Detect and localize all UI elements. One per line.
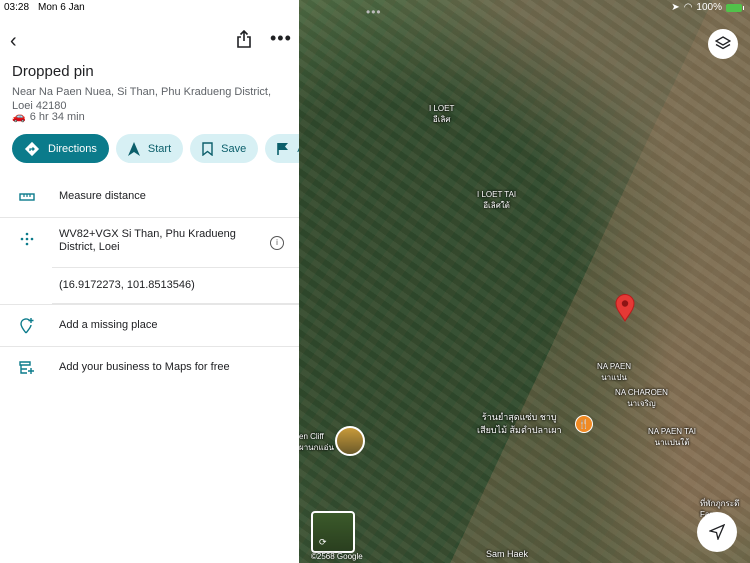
map-texture [299, 0, 750, 563]
restaurant-poi-icon[interactable]: 🍴 [575, 415, 593, 433]
map-label-na-charoen[interactable]: NA CHAROEN นาเจริญ [615, 387, 668, 409]
satellite-map[interactable]: ••• I LOET อีเลิศ I LOET TAI อีเลิศใต้ N… [299, 0, 750, 563]
add-missing-place-row[interactable]: Add a missing place [0, 304, 299, 347]
place-panel: ‹ ••• Dropped pin Near Na Paen Nuea, Si … [0, 0, 299, 563]
back-chevron-icon[interactable]: ‹ [10, 30, 17, 53]
dropped-pin-icon[interactable] [615, 294, 635, 322]
add-business-label: Add your business to Maps for free [59, 361, 230, 373]
map-label-text: นาแปน [601, 373, 627, 382]
coordinates-text: (16.9172273, 101.8513546) [59, 279, 195, 291]
map-copyright: ©2568 Google [311, 552, 363, 561]
place-address: Near Na Paen Nuea, Si Than, Phu Kradueng… [12, 86, 272, 112]
map-label-text: นาแปนใต้ [654, 438, 690, 447]
directions-icon [24, 141, 40, 157]
layers-icon [715, 36, 731, 50]
plus-code-icon [18, 230, 36, 248]
wifi-icon: ◠ [683, 2, 693, 13]
info-icon[interactable]: i [270, 236, 284, 250]
more-options-icon[interactable]: ••• [270, 28, 292, 49]
map-label-text: ผานกแอ่น [299, 443, 334, 452]
navigation-arrow-icon [127, 141, 140, 156]
directions-label: Directions [48, 142, 97, 155]
my-location-button[interactable] [697, 512, 737, 552]
start-label: Start [147, 142, 172, 155]
travel-time-text: 6 hr 34 min [29, 110, 85, 123]
map-label-restaurant[interactable]: ร้านยำสุดแซ่บ ชาบู เสียบไม้ ส้มตำปลาเผา [477, 411, 562, 437]
share-icon[interactable] [236, 30, 252, 48]
measure-distance-label: Measure distance [59, 190, 146, 202]
map-label-na-paen[interactable]: NA PAEN นาแปน [597, 361, 631, 383]
status-indicators: ➤ ◠ 100% [671, 2, 744, 13]
map-label-text: en Cliff [299, 432, 324, 441]
street-view-thumbnail[interactable]: ⟳ [311, 511, 355, 553]
street-view-rotate-icon: ⟳ [319, 537, 327, 547]
map-label-text: ที่พักภูกระดึ [700, 499, 740, 508]
status-time: 03:28 [4, 2, 30, 13]
car-icon: 🚗 [12, 111, 26, 123]
add-label-text: Ad [297, 143, 299, 155]
map-label-text: อีเลิศ [432, 115, 451, 124]
flag-icon [277, 142, 289, 156]
save-button[interactable]: Save [190, 134, 259, 163]
layers-button[interactable] [708, 29, 738, 59]
panel-toolbar: ‹ ••• [0, 26, 299, 52]
details-list: Measure distance WV82+VGX Si Than, Phu K… [0, 176, 299, 388]
status-date: Mon 6 Jan [38, 2, 85, 13]
battery-percent: 100% [696, 2, 722, 13]
map-label-text: นาเจริญ [627, 399, 656, 408]
map-label-text: อีเลิศใต้ [483, 201, 510, 210]
map-label-text: NA CHAROEN [615, 388, 668, 397]
action-chips: Directions Start Save Ad [12, 134, 299, 163]
add-label-button[interactable]: Ad [265, 134, 299, 163]
plus-code-text: WV82+VGX Si Than, Phu Kradueng District,… [59, 228, 236, 253]
map-label-i-loet-tai[interactable]: I LOET TAI อีเลิศใต้ [477, 189, 516, 211]
travel-time: 🚗 6 hr 34 min [12, 110, 85, 124]
map-label-text: I LOET [429, 104, 455, 113]
plus-code-row[interactable]: WV82+VGX Si Than, Phu Kradueng District,… [0, 218, 299, 267]
map-label-na-paen-tai[interactable]: NA PAEN TAI นาแปนใต้ [648, 426, 696, 448]
battery-icon [726, 3, 744, 12]
directions-button[interactable]: Directions [12, 134, 109, 163]
map-label-text: เสียบไม้ ส้มตำปลาเผา [477, 425, 562, 435]
map-label-text: ร้านยำสุดแซ่บ ชาบู [481, 412, 557, 422]
photo-pin-icon[interactable] [335, 426, 365, 456]
location-arrow-icon: ➤ [671, 2, 680, 13]
measure-distance-row[interactable]: Measure distance [0, 176, 299, 218]
coordinates-row[interactable]: (16.9172273, 101.8513546) [52, 267, 299, 304]
save-label: Save [221, 142, 247, 155]
map-label-i-loet[interactable]: I LOET อีเลิศ [429, 103, 454, 125]
status-bar: 03:28 Mon 6 Jan ➤ ◠ 100% [0, 0, 750, 16]
map-label-text: I LOET TAI [477, 190, 517, 199]
ruler-icon [18, 188, 36, 206]
map-label-text: NA PAEN TAI [648, 427, 697, 436]
add-missing-place-label: Add a missing place [59, 319, 158, 331]
navigation-arrow-icon [709, 524, 725, 540]
map-label-sam-haek[interactable]: Sam Haek [486, 549, 528, 560]
map-label-cliff[interactable]: en Cliff ผานกแอ่น [299, 431, 334, 453]
add-business-icon [18, 359, 36, 377]
add-business-row[interactable]: Add your business to Maps for free [0, 347, 299, 388]
place-title: Dropped pin [12, 63, 94, 80]
bookmark-icon [202, 141, 213, 156]
start-button[interactable]: Start [115, 134, 184, 163]
add-location-icon [18, 317, 36, 335]
map-label-text: NA PAEN [597, 362, 632, 371]
